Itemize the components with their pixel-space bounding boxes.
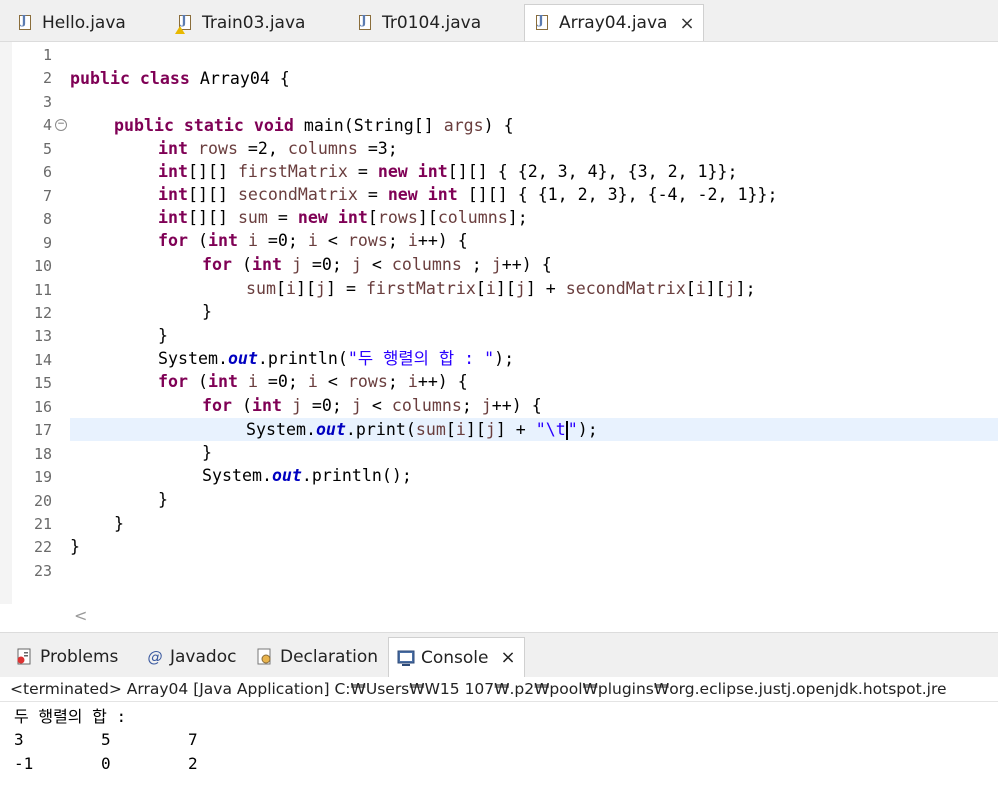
- matrix-cell: 7: [188, 730, 198, 749]
- tab-label: Problems: [40, 647, 119, 667]
- console-icon: [397, 649, 415, 667]
- code-line-8: int[][] sum = new int[rows][columns];: [158, 208, 528, 227]
- code-line-18: }: [202, 443, 212, 462]
- problems-icon: [16, 648, 34, 666]
- editor-tab-bar: J Hello.java J Train03.java J Tr0104.jav…: [0, 0, 998, 42]
- code-line-6: int[][] firstMatrix = new int[][] { {2, …: [158, 162, 738, 181]
- line-number: 17: [33, 421, 52, 440]
- code-line-12: }: [202, 302, 212, 321]
- tab-label: Train03.java: [202, 12, 306, 33]
- java-file-icon: J: [358, 13, 374, 31]
- line-number: 15: [33, 374, 52, 393]
- line-number: 2: [42, 69, 52, 88]
- tab-declaration[interactable]: Declaration: [256, 637, 378, 677]
- line-number: 7: [42, 186, 52, 205]
- code-line-5: int rows =2, columns =3;: [158, 139, 398, 158]
- overview-ruler: [0, 42, 28, 604]
- line-number: 9: [42, 233, 52, 252]
- java-file-icon: J: [18, 13, 34, 31]
- close-console-icon[interactable]: ×: [501, 647, 516, 668]
- line-number: 8: [42, 210, 52, 229]
- tab-label: Array04.java: [559, 13, 668, 33]
- code-line-9: for (int i =0; i < rows; i++) {: [158, 231, 468, 250]
- code-line-21: }: [114, 514, 124, 533]
- code-line-7: int[][] secondMatrix = new int [][] { {1…: [158, 185, 778, 204]
- line-number: 14: [33, 350, 52, 369]
- matrix-cell: -1: [14, 754, 34, 773]
- tab-problems[interactable]: Problems: [16, 637, 118, 677]
- line-number: 5: [42, 139, 52, 158]
- code-line-4: public static void main(String[] args) {: [114, 116, 514, 135]
- line-number: 13: [33, 327, 52, 346]
- matrix-cell: 3: [14, 730, 24, 749]
- code-line-16: for (int j =0; j < columns; j++) {: [202, 396, 542, 415]
- horizontal-scrollbar[interactable]: <: [70, 604, 998, 630]
- line-number: 10: [33, 257, 52, 276]
- line-number: 6: [42, 163, 52, 182]
- line-number: 11: [33, 280, 52, 299]
- tab-label: Console: [421, 647, 489, 668]
- line-number: 3: [42, 92, 52, 111]
- line-number: 12: [33, 303, 52, 322]
- tab-hello-java[interactable]: J Hello.java: [18, 4, 126, 41]
- tab-console[interactable]: Console ×: [388, 637, 525, 677]
- console-output-title: 두 행렬의 합 :: [14, 707, 127, 726]
- matrix-cell: 2: [188, 754, 198, 773]
- line-number: 18: [33, 444, 52, 463]
- line-number: 1: [42, 46, 52, 64]
- code-line-19: System.out.println();: [202, 466, 412, 485]
- line-number: 22: [33, 538, 52, 557]
- close-tab-icon[interactable]: ×: [679, 13, 694, 34]
- tab-javadoc[interactable]: @ Javadoc: [146, 637, 237, 677]
- line-number: 4: [42, 116, 52, 135]
- tab-train03-java[interactable]: J Train03.java: [175, 4, 306, 41]
- code-line-11: sum[i][j] = firstMatrix[i][j] + secondMa…: [246, 279, 756, 298]
- javadoc-at-icon: @: [147, 648, 163, 666]
- fold-minus-icon[interactable]: −: [55, 119, 67, 131]
- code-editor[interactable]: 1 2 3 4 5 6 7 8 9 10 11 12 13 14 15 16 17 18 19 20 21 22 23 − …: [0, 42, 998, 625]
- matrix-cell: 5: [101, 730, 111, 749]
- line-number: 23: [33, 561, 52, 580]
- line-number: 21: [33, 515, 52, 533]
- code-line-22: }: [70, 537, 80, 556]
- tab-tr0104-java[interactable]: J Tr0104.java: [358, 4, 481, 41]
- scroll-left-icon[interactable]: <: [74, 606, 87, 625]
- console-launch-description: <terminated> Array04 [Java Application] …: [0, 677, 998, 702]
- code-line-10: for (int j =0; j < columns ; j++) {: [202, 255, 552, 274]
- line-number-gutter: 1 2 3 4 5 6 7 8 9 10 11 12 13 14 15 16 17 18 19 20 21 22 23 −: [12, 42, 67, 604]
- tab-label: Declaration: [280, 647, 379, 667]
- tab-label: Hello.java: [42, 12, 126, 33]
- code-area[interactable]: public class Array04 { public static voi…: [70, 42, 998, 604]
- tab-label: Tr0104.java: [382, 12, 482, 33]
- tab-array04-java[interactable]: J Array04.java ×: [524, 4, 704, 41]
- java-file-icon: J: [535, 13, 551, 31]
- matrix-cell: 0: [101, 754, 111, 773]
- code-line-20: }: [158, 490, 168, 509]
- code-line-13: }: [158, 326, 168, 345]
- code-line-15: for (int i =0; i < rows; i++) {: [158, 372, 468, 391]
- java-file-warning-icon: J: [175, 13, 194, 34]
- code-line-17: System.out.print(sum[i][j] + "\t ");: [246, 420, 598, 440]
- panel-tab-bar: Problems @ Javadoc Declaration Console ×: [0, 632, 998, 678]
- code-line-2: public class Array04 {: [70, 69, 290, 88]
- declaration-icon: [256, 648, 274, 666]
- code-line-14: System.out.println("두 행렬의 합 : ");: [158, 349, 515, 368]
- line-number: 19: [33, 468, 52, 487]
- console-output[interactable]: 두 행렬의 합 : 3 5 7 -1 0 2: [0, 703, 998, 803]
- line-number: 20: [33, 491, 52, 510]
- tab-label: Javadoc: [170, 647, 237, 667]
- line-number: 16: [33, 397, 52, 416]
